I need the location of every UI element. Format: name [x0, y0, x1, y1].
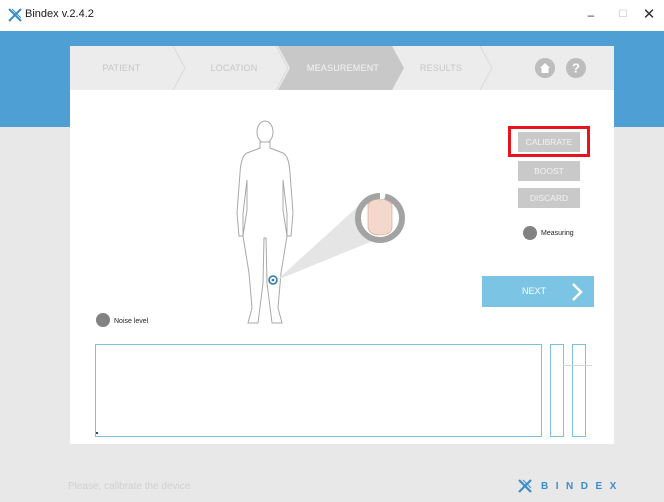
noise-level-indicator — [96, 313, 110, 327]
level-bar-2 — [572, 344, 586, 437]
minimize-button[interactable]: – — [579, 3, 603, 27]
level-bar-reference-line — [563, 365, 592, 366]
discard-button[interactable]: DISCARD — [518, 188, 580, 208]
home-icon[interactable] — [535, 58, 555, 78]
brand-name: BINDEX — [541, 481, 624, 492]
step-patient[interactable]: PATIENT — [70, 46, 173, 90]
svg-text:?: ? — [572, 61, 580, 76]
noise-level-label: Noise level — [114, 318, 149, 325]
signal-graph — [95, 344, 542, 437]
boost-button[interactable]: BOOST — [518, 161, 580, 181]
body-figure — [236, 120, 405, 324]
body-outline-icon — [236, 120, 294, 324]
skin-probe-icon — [367, 199, 393, 236]
status-message: Please, calibrate the device — [68, 481, 191, 492]
help-icon[interactable]: ? — [566, 58, 586, 78]
measuring-label: Measuring — [541, 230, 574, 237]
chevron-right-icon — [572, 283, 583, 301]
step-measurement[interactable]: MEASUREMENT — [288, 46, 398, 90]
bindex-brand-icon — [518, 479, 532, 493]
measuring-indicator — [523, 226, 537, 240]
next-label: NEXT — [522, 286, 547, 296]
window-title: Bindex v.2.4.2 — [25, 8, 94, 20]
step-location[interactable]: LOCATION — [182, 46, 286, 90]
graph-marker — [96, 432, 98, 434]
measurement-point-center — [271, 278, 275, 282]
zoom-ring-marker — [379, 192, 386, 201]
close-button[interactable]: ✕ — [637, 3, 661, 27]
maximize-button[interactable]: ☐ — [611, 3, 635, 27]
level-bar-1 — [550, 344, 564, 437]
calibrate-highlight — [508, 126, 590, 157]
step-results[interactable]: RESULTS — [400, 46, 482, 90]
step-navigation: PATIENT LOCATION MEASUREMENT RESULTS ? — [70, 46, 614, 90]
title-bar: Bindex v.2.4.2 – ☐ ✕ — [0, 0, 664, 32]
next-button[interactable]: NEXT — [482, 276, 594, 307]
bindex-logo-icon — [8, 8, 22, 22]
